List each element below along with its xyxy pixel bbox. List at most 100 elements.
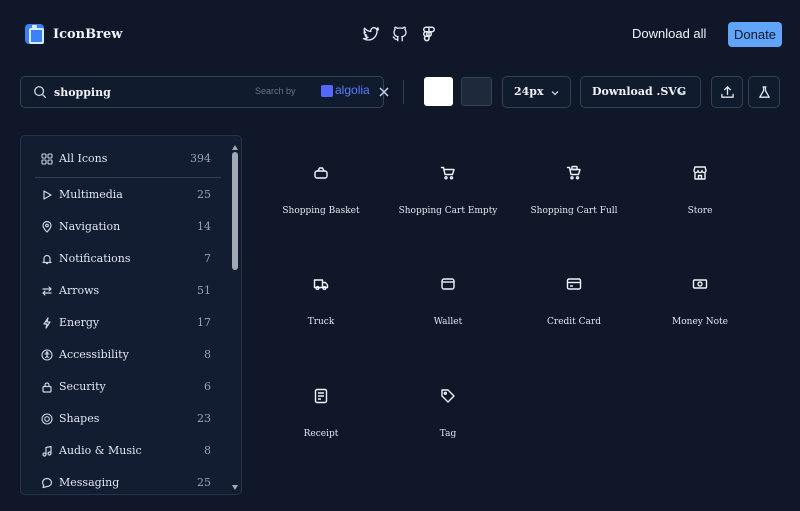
theme-toggle-button[interactable] (748, 76, 780, 108)
sidebar-item-arrows[interactable]: Arrows 51 (21, 276, 231, 306)
arrows-icon (41, 285, 53, 297)
algolia-logo-icon (321, 85, 333, 97)
music-icon (41, 445, 53, 457)
sidebar-item-count: 25 (197, 476, 211, 489)
wallet-icon (440, 276, 456, 292)
icon-tile-shopping-cart-empty[interactable]: Shopping Cart Empty (385, 135, 511, 235)
receipt-icon (313, 388, 329, 404)
clipboard-logo-icon (25, 24, 44, 44)
icon-tile-label: Shopping Cart Empty (398, 206, 498, 216)
sidebar-item-energy[interactable]: Energy 17 (21, 308, 231, 338)
close-icon[interactable] (378, 86, 390, 98)
lock-icon (41, 381, 53, 393)
category-sidebar: All Icons 394 Multimedia 25 Navigation 1… (20, 135, 242, 495)
icon-tile-wallet[interactable]: Wallet (385, 246, 511, 346)
icon-tile-money-note[interactable]: Money Note (637, 246, 763, 346)
icon-tile-shopping-basket[interactable]: Shopping Basket (258, 135, 384, 235)
sidebar-item-security[interactable]: Security 6 (21, 372, 231, 402)
scroll-up-arrow-icon[interactable] (231, 144, 239, 152)
map-pin-icon (41, 221, 53, 233)
upload-icon (721, 86, 734, 98)
icon-tile-label: Wallet (433, 317, 463, 327)
grid-icon (41, 153, 53, 165)
sidebar-item-messaging[interactable]: Messaging 25 (21, 468, 231, 494)
sidebar-item-count: 14 (197, 220, 211, 233)
download-all-button[interactable]: Download all (624, 23, 714, 45)
credit-card-icon (566, 276, 582, 292)
search-by-label: Search by (255, 86, 296, 96)
sidebar-item-label: Accessibility (59, 348, 129, 361)
sidebar-divider (35, 177, 221, 178)
sidebar-item-audio-music[interactable]: Audio & Music 8 (21, 436, 231, 466)
icon-tile-label: Receipt (303, 429, 339, 439)
search-icon (33, 85, 47, 99)
icon-tile-label: Tag (439, 429, 457, 439)
sidebar-item-count: 23 (197, 412, 211, 425)
foreground-color-swatch[interactable] (424, 77, 453, 106)
icon-tile-tag[interactable]: Tag (385, 358, 511, 458)
icon-tile-truck[interactable]: Truck (258, 246, 384, 346)
chevron-down-icon (677, 88, 687, 98)
shopping-basket-icon (313, 165, 329, 181)
upload-button[interactable] (711, 76, 743, 108)
sidebar-item-label: Navigation (59, 220, 121, 233)
shapes-icon (41, 413, 53, 425)
flask-icon (759, 86, 770, 98)
sidebar-scrollbar[interactable] (230, 144, 240, 492)
shopping-cart-full-icon (566, 165, 582, 181)
sidebar-item-label: All Icons (59, 152, 108, 165)
sidebar-item-count: 17 (197, 316, 211, 329)
truck-icon (313, 276, 329, 292)
icon-tile-label: Truck (307, 317, 335, 327)
search-bar: Search by algolia (20, 76, 389, 108)
icon-tile-receipt[interactable]: Receipt (258, 358, 384, 458)
download-format-select[interactable]: Download .SVG (580, 76, 701, 108)
size-value: 24px (514, 85, 544, 98)
sidebar-item-count: 6 (204, 380, 211, 393)
search-input[interactable] (54, 81, 244, 103)
bell-icon (41, 253, 53, 265)
sidebar-item-label: Shapes (59, 412, 100, 425)
sidebar-item-count: 8 (204, 444, 211, 457)
sidebar-item-label: Notifications (59, 252, 131, 265)
icon-tile-label: Shopping Basket (282, 206, 360, 216)
scrollbar-thumb[interactable] (232, 152, 238, 270)
sidebar-item-count: 7 (204, 252, 211, 265)
sidebar-item-label: Arrows (59, 284, 100, 297)
twitter-icon[interactable] (362, 25, 380, 43)
icon-tile-label: Credit Card (547, 317, 601, 327)
icon-tile-label: Store (687, 206, 713, 216)
icon-tile-label: Money Note (672, 317, 728, 327)
sidebar-item-label: Messaging (59, 476, 120, 489)
algolia-label: algolia (335, 83, 370, 97)
background-color-swatch[interactable] (461, 77, 492, 106)
sidebar-item-count: 51 (197, 284, 211, 297)
donate-button[interactable]: Donate (728, 22, 782, 47)
sidebar-item-label: Energy (59, 316, 100, 329)
sidebar-item-navigation[interactable]: Navigation 14 (21, 212, 231, 242)
icon-tile-store[interactable]: Store (637, 135, 763, 235)
sidebar-item-shapes[interactable]: Shapes 23 (21, 404, 231, 434)
figma-icon[interactable] (420, 25, 438, 43)
icon-tile-label: Shopping Cart Full (530, 206, 618, 216)
bolt-icon (41, 317, 53, 329)
sidebar-item-label: Multimedia (59, 188, 123, 201)
format-value: Download .SVG (592, 85, 687, 98)
sidebar-item-count: 25 (197, 188, 211, 201)
icon-tile-credit-card[interactable]: Credit Card (511, 246, 637, 346)
sidebar-item-notifications[interactable]: Notifications 7 (21, 244, 231, 274)
sidebar-item-all-icons[interactable]: All Icons 394 (21, 144, 231, 174)
size-select[interactable]: 24px (502, 76, 571, 108)
sidebar-item-multimedia[interactable]: Multimedia 25 (21, 180, 231, 210)
play-icon (41, 189, 53, 201)
header: IconBrew Download all Donate (0, 0, 800, 68)
sidebar-item-accessibility[interactable]: Accessibility 8 (21, 340, 231, 370)
icon-results-grid: Shopping Basket Shopping Cart Empty Shop… (258, 135, 788, 495)
social-links (362, 25, 438, 43)
icon-tile-shopping-cart-full[interactable]: Shopping Cart Full (511, 135, 637, 235)
sidebar-item-label: Audio & Music (59, 444, 142, 457)
github-icon[interactable] (391, 25, 409, 43)
scroll-down-arrow-icon[interactable] (231, 483, 239, 491)
logo[interactable]: IconBrew (25, 24, 122, 44)
app-title: IconBrew (53, 26, 123, 42)
